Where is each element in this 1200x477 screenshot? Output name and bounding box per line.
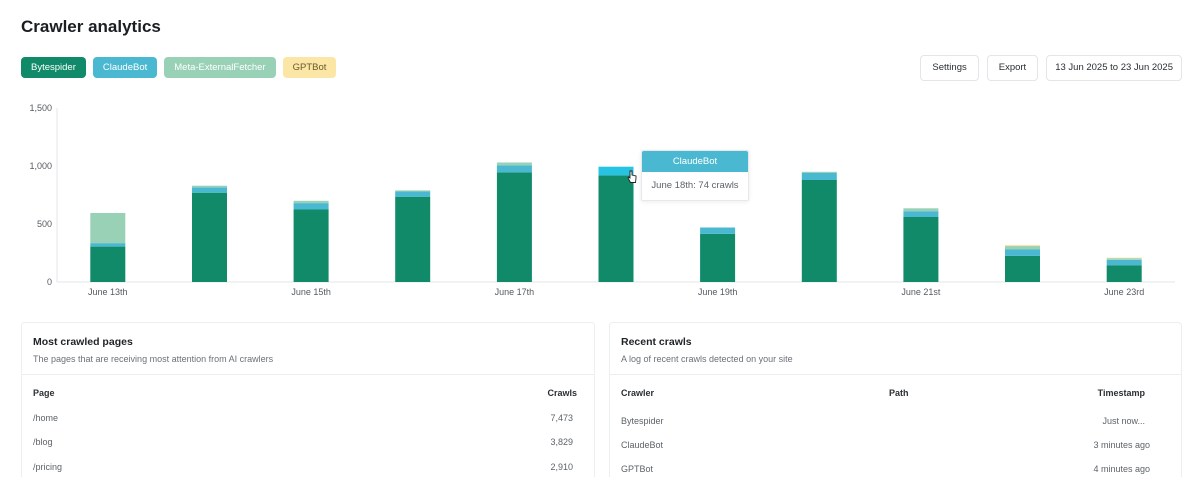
column-header-crawler: Crawler (621, 388, 655, 398)
crawl-timestamp: 3 minutes ago (1093, 440, 1150, 450)
y-axis: 0 500 1,000 1,500 (29, 103, 58, 287)
bar-segment-bytespider[interactable] (395, 196, 431, 282)
crawls-stacked-bar-chart: 0 500 1,000 1,500 June 13th June 15th June 17… (29, 103, 1175, 297)
card-title: Most crawled pages (33, 336, 133, 348)
column-header-crawls: Crawls (547, 388, 577, 398)
bar-segment-bytespider[interactable] (90, 246, 126, 282)
x-tick-label: June 19th (698, 287, 738, 297)
bar-segment-meta-externalfetcher[interactable] (1005, 246, 1040, 250)
crawler-name: GPTBot (621, 464, 654, 474)
crawl-timestamp: 4 minutes ago (1093, 464, 1150, 474)
bar-segment-meta-externalfetcher[interactable] (293, 200, 329, 204)
bar-segment-bytespider[interactable] (1106, 265, 1142, 282)
x-tick-label: June 23rd (1104, 287, 1144, 297)
x-tick-label: June 13th (88, 287, 128, 297)
column-header-page: Page (33, 388, 55, 398)
bar-segment-gptbot[interactable] (1106, 257, 1142, 259)
card-divider (22, 374, 594, 375)
bar-segment-claudebot[interactable] (700, 227, 736, 234)
bar-segment-claudebot[interactable] (192, 187, 227, 193)
bar-segment-claudebot[interactable] (496, 165, 532, 173)
bar-segment-bytespider[interactable] (1005, 255, 1040, 282)
hand-cursor-icon (627, 170, 637, 183)
page-title: Crawler analytics (21, 17, 161, 36)
bar-segment-claudebot[interactable] (293, 203, 329, 210)
table-row[interactable]: /pricing 2,910 (22, 462, 594, 477)
y-tick-label: 0 (47, 277, 52, 287)
bar-segment-claudebot[interactable] (395, 191, 431, 197)
table-row[interactable]: ClaudeBot 3 minutes ago (610, 440, 1181, 464)
bar-segment-meta-externalfetcher[interactable] (496, 162, 532, 166)
filter-chip-gptbot[interactable]: GPTBot (282, 57, 337, 78)
crawler-name: Bytespider (621, 416, 664, 426)
crawl-count: 2,910 (550, 462, 573, 472)
card-title: Recent crawls (621, 336, 692, 348)
crawler-name: ClaudeBot (621, 440, 664, 450)
bar-segment-bytespider[interactable] (801, 179, 837, 282)
table-row[interactable]: GPTBot 4 minutes ago (610, 464, 1181, 477)
column-header-path: Path (889, 388, 909, 398)
table-row[interactable]: Bytespider Just now... (610, 416, 1181, 440)
bar-segment-bytespider[interactable] (700, 233, 736, 282)
tooltip-title: ClaudeBot (642, 151, 748, 172)
table-row[interactable]: /home 7,473 (22, 413, 594, 437)
most-crawled-pages-card: Most crawled pages The pages that are re… (21, 322, 595, 477)
bar-segment-claudebot[interactable] (1106, 260, 1142, 266)
x-tick-label: June 15th (291, 287, 331, 297)
page-path: /home (33, 413, 59, 423)
column-header-timestamp: Timestamp (1097, 388, 1145, 398)
table-row[interactable]: /blog 3,829 (22, 437, 594, 461)
bar-segment-meta-externalfetcher[interactable] (903, 208, 939, 212)
crawler-filter-chips: Bytespider ClaudeBot Meta-ExternalFetche… (21, 57, 337, 78)
recent-crawls-card: Recent crawls A log of recent crawls det… (609, 322, 1182, 477)
crawl-count: 7,473 (550, 413, 573, 423)
card-subtitle: The pages that are receiving most attent… (33, 354, 274, 364)
bar-segment-meta-externalfetcher[interactable] (90, 213, 126, 244)
y-tick-label: 1,000 (29, 161, 52, 171)
card-subtitle: A log of recent crawls detected on your … (621, 354, 793, 364)
bar-segment-claudebot[interactable] (801, 173, 837, 180)
header-actions: Settings Export 13 Jun 2025 to 23 Jun 20… (920, 55, 1182, 81)
y-tick-label: 1,500 (29, 103, 52, 113)
bar-segment-bytespider[interactable] (598, 175, 634, 282)
tooltip-text: June 18th: 74 crawls (651, 180, 739, 191)
page-path: /pricing (33, 462, 63, 472)
x-tick-label: June 17th (495, 287, 535, 297)
bar-series (90, 162, 1142, 283)
bar-segment-bytespider[interactable] (496, 172, 532, 282)
filter-chip-meta-externalfetcher[interactable]: Meta-ExternalFetcher (164, 57, 276, 78)
x-tick-label: June 21st (901, 287, 941, 297)
bar-segment-bytespider[interactable] (293, 209, 329, 283)
crawl-timestamp: Just now... (1102, 416, 1145, 426)
filter-chip-claudebot[interactable]: ClaudeBot (92, 57, 158, 78)
crawl-count: 3,829 (550, 437, 573, 447)
bar-segment-gptbot[interactable] (1005, 244, 1040, 247)
bar-segment-bytespider[interactable] (192, 192, 227, 282)
filter-chip-bytespider[interactable]: Bytespider (21, 57, 86, 78)
x-axis: June 13th June 15th June 17th June 19th June… (57, 281, 1175, 297)
y-tick-label: 500 (37, 219, 52, 229)
bar-segment-claudebot[interactable] (1005, 249, 1040, 256)
bar-segment-meta-externalfetcher[interactable] (801, 171, 837, 173)
date-range-picker[interactable]: 13 Jun 2025 to 23 Jun 2025 (1046, 55, 1182, 81)
bar-segment-claudebot[interactable] (90, 243, 126, 247)
export-button[interactable]: Export (986, 55, 1039, 81)
chart-tooltip: ClaudeBot June 18th: 74 crawls (641, 150, 749, 201)
page-path: /blog (33, 437, 53, 447)
bar-segment-meta-externalfetcher[interactable] (192, 185, 227, 188)
bar-segment-bytespider[interactable] (903, 217, 939, 282)
bar-segment-meta-externalfetcher[interactable] (395, 190, 431, 192)
bar-segment-claudebot[interactable] (903, 211, 939, 217)
bar-segment-meta-externalfetcher[interactable] (1106, 258, 1142, 260)
card-divider (610, 374, 1181, 375)
settings-button[interactable]: Settings (920, 55, 979, 81)
